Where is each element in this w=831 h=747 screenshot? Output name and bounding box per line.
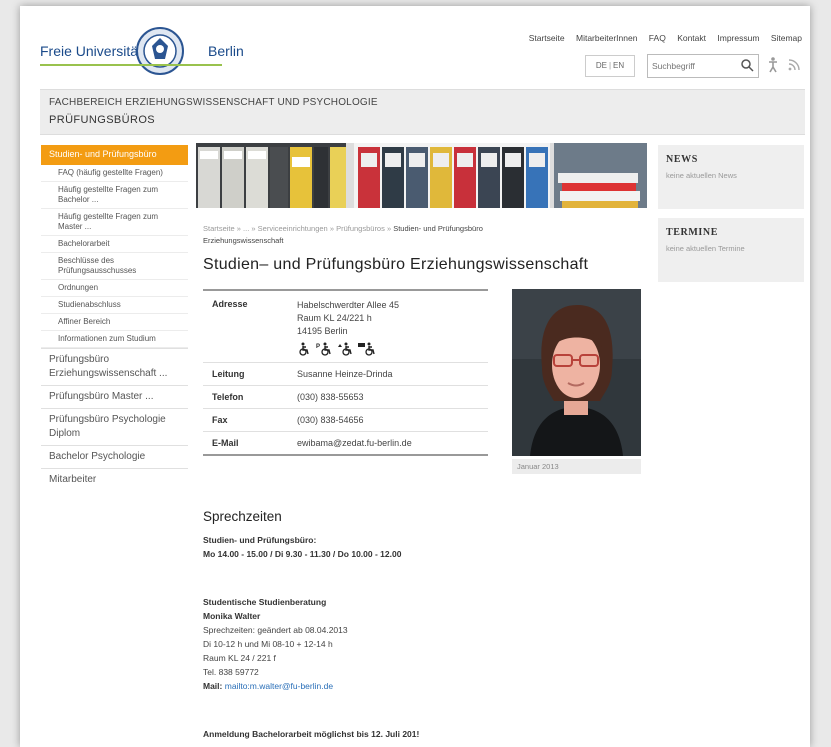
address-line: Habelschwerdter Allee 45 <box>297 300 400 310</box>
sidebar-item-pb-psychologie-diplom[interactable]: Prüfungsbüro Psychologie Diplom <box>41 408 188 445</box>
beratung-block: Studentische Studienberatung Monika Walt… <box>203 595 348 693</box>
mail-label: Mail: <box>203 681 223 691</box>
sidebar-item-bachelor-psychologie[interactable]: Bachelor Psychologie <box>41 445 188 468</box>
breadcrumb-sep: » <box>386 224 392 233</box>
breadcrumb-sep: » <box>236 224 241 233</box>
termine-box: TERMINE keine aktuellen Termine <box>658 218 804 282</box>
breadcrumb-sep: » <box>329 224 334 233</box>
lang-en[interactable]: EN <box>613 61 624 70</box>
bachelorarbeit-notice: Anmeldung Bachelorarbeit möglichst bis 1… <box>203 729 420 739</box>
header-banner-image <box>196 143 647 208</box>
page-title: Studien– und Prüfungsbüro Erziehungswiss… <box>203 256 589 273</box>
leitung-value: Susanne Heinze-Drinda <box>297 369 393 379</box>
contact-row-email: E-Mail ewibama@zedat.fu-berlin.de <box>203 432 488 454</box>
news-text: keine aktuellen News <box>666 171 737 180</box>
accessibility-icon[interactable] <box>767 57 779 73</box>
search-box <box>647 54 759 78</box>
logo-text-right: Berlin <box>208 43 244 59</box>
svg-text:P: P <box>316 344 320 350</box>
mail-link[interactable]: mailto:m.walter@fu-berlin.de <box>225 681 333 691</box>
sidebar-item-mitarbeiter[interactable]: Mitarbeiter <box>41 468 188 491</box>
contact-row-leitung: Leitung Susanne Heinze-Drinda <box>203 363 488 386</box>
contact-table: Adresse Habelschwerdter Allee 45 Raum KL… <box>203 289 488 456</box>
fax-value: (030) 838-54656 <box>297 415 364 425</box>
nav-kontakt[interactable]: Kontakt <box>677 33 706 43</box>
sidebar-subitem-informationen[interactable]: Informationen zum Studium <box>41 331 188 348</box>
sidebar-item-pb-erziehungswissenschaft[interactable]: Prüfungsbüro Erziehungswissenschaft ... <box>41 348 188 385</box>
sidebar-subitem-affiner-bereich[interactable]: Affiner Bereich <box>41 314 188 331</box>
office-hours-block: Studien- und Prüfungsbüro: Mo 14.00 - 15… <box>203 533 401 561</box>
sidebar-subitem-faq[interactable]: FAQ (häufig gestellte Fragen) <box>41 165 188 182</box>
beratung-line: Tel. 838 59772 <box>203 667 259 677</box>
photo-caption: Januar 2013 <box>512 459 641 474</box>
page: Freie Universität Berlin Startseite Mita… <box>20 6 810 747</box>
email-label: E-Mail <box>212 438 239 448</box>
accessibility-icons: P <box>297 342 488 356</box>
breadcrumb-sep: » <box>251 224 256 233</box>
address-line: Raum KL 24/221 h <box>297 313 372 323</box>
beratung-line: Di 10-12 h und Mi 08-10 + 12-14 h <box>203 639 333 649</box>
seal-icon <box>136 27 184 75</box>
nav-startseite[interactable]: Startseite <box>529 33 565 43</box>
office-title: Studien- und Prüfungsbüro: <box>203 535 317 545</box>
telefon-label: Telefon <box>212 392 244 402</box>
sidebar-item-pb-master[interactable]: Prüfungsbüro Master ... <box>41 385 188 408</box>
logo-underline <box>40 64 222 66</box>
lang-de[interactable]: DE <box>596 61 607 70</box>
sidebar: Studien- und Prüfungsbüro FAQ (häufig ge… <box>41 145 188 491</box>
wheelchair-parking-icon[interactable]: P <box>316 342 332 356</box>
breadcrumb: Startseite » ... » Serviceeinrichtungen … <box>203 223 553 247</box>
nav-faq[interactable]: FAQ <box>649 33 666 43</box>
wheelchair-elevator-icon[interactable] <box>337 342 353 356</box>
nav-sitemap[interactable]: Sitemap <box>771 33 802 43</box>
address-line: 14195 Berlin <box>297 326 348 336</box>
beratung-line: Raum KL 24 / 221 f <box>203 653 276 663</box>
wheelchair-toilet-icon[interactable] <box>358 342 376 356</box>
news-box: NEWS keine aktuellen News <box>658 145 804 209</box>
sidebar-subitem-studienabschluss[interactable]: Studienabschluss <box>41 297 188 314</box>
department-band: FACHBEREICH ERZIEHUNGSWISSENSCHAFT UND P… <box>40 89 805 135</box>
contact-row-fax: Fax (030) 838-54656 <box>203 409 488 432</box>
search-icon[interactable] <box>740 58 754 72</box>
breadcrumb-serviceeinrichtungen[interactable]: Serviceeinrichtungen <box>258 224 328 233</box>
sprechzeiten-title: Sprechzeiten <box>203 509 282 524</box>
contact-row-telefon: Telefon (030) 838-55653 <box>203 386 488 409</box>
office-hours: Mo 14.00 - 15.00 / Di 9.30 - 11.30 / Do … <box>203 549 402 559</box>
termine-text: keine aktuellen Termine <box>666 244 745 253</box>
breadcrumb-ellipsis[interactable]: ... <box>243 224 249 233</box>
fax-label: Fax <box>212 415 228 425</box>
service-nav: Startseite MitarbeiterInnen FAQ Kontakt … <box>520 33 802 43</box>
notice-block: Anmeldung Bachelorarbeit möglichst bis 1… <box>203 727 419 741</box>
address-label: Adresse <box>212 299 248 309</box>
lang-separator: | <box>608 61 612 70</box>
email-link[interactable]: ewibama@zedat.fu-berlin.de <box>297 438 488 448</box>
beratung-line: Sprechzeiten: geändert ab 08.04.2013 <box>203 625 348 635</box>
sidebar-item-pruefungsbuero-active[interactable]: Studien- und Prüfungsbüro <box>41 145 188 165</box>
beratung-title: Studentische Studienberatung <box>203 597 327 607</box>
contact-row-address: Adresse Habelschwerdter Allee 45 Raum KL… <box>203 291 488 363</box>
sidebar-subitem-bachelorarbeit[interactable]: Bachelorarbeit <box>41 236 188 253</box>
logo-text-left: Freie Universität <box>40 43 142 59</box>
sidebar-subitem-faq-master[interactable]: Häufig gestellte Fragen zum Master ... <box>41 209 188 236</box>
search-input[interactable] <box>648 55 742 77</box>
sidebar-subitem-beschluesse[interactable]: Beschlüsse des Prüfungsausschusses <box>41 253 188 280</box>
sidebar-subitem-ordnungen[interactable]: Ordnungen <box>41 280 188 297</box>
sidebar-subitem-faq-bachelor[interactable]: Häufig gestellte Fragen zum Bachelor ... <box>41 182 188 209</box>
institution-title[interactable]: PRÜFUNGSBÜROS <box>49 114 155 126</box>
language-switch: DE | EN <box>585 55 635 77</box>
news-title: NEWS <box>666 154 698 165</box>
breadcrumb-startseite[interactable]: Startseite <box>203 224 235 233</box>
rss-icon[interactable] <box>788 59 800 71</box>
beratung-name: Monika Walter <box>203 611 261 621</box>
address-value: Habelschwerdter Allee 45 Raum KL 24/221 … <box>297 299 488 356</box>
department-title[interactable]: FACHBEREICH ERZIEHUNGSWISSENSCHAFT UND P… <box>49 97 378 108</box>
telefon-value: (030) 838-55653 <box>297 392 364 402</box>
portrait-photo <box>512 289 641 456</box>
nav-impressum[interactable]: Impressum <box>717 33 759 43</box>
nav-mitarbeiterinnen[interactable]: MitarbeiterInnen <box>576 33 637 43</box>
breadcrumb-pruefungsbueros[interactable]: Prüfungsbüros <box>336 224 385 233</box>
leitung-label: Leitung <box>212 369 245 379</box>
termine-title: TERMINE <box>666 227 718 238</box>
wheelchair-icon[interactable] <box>297 342 311 356</box>
